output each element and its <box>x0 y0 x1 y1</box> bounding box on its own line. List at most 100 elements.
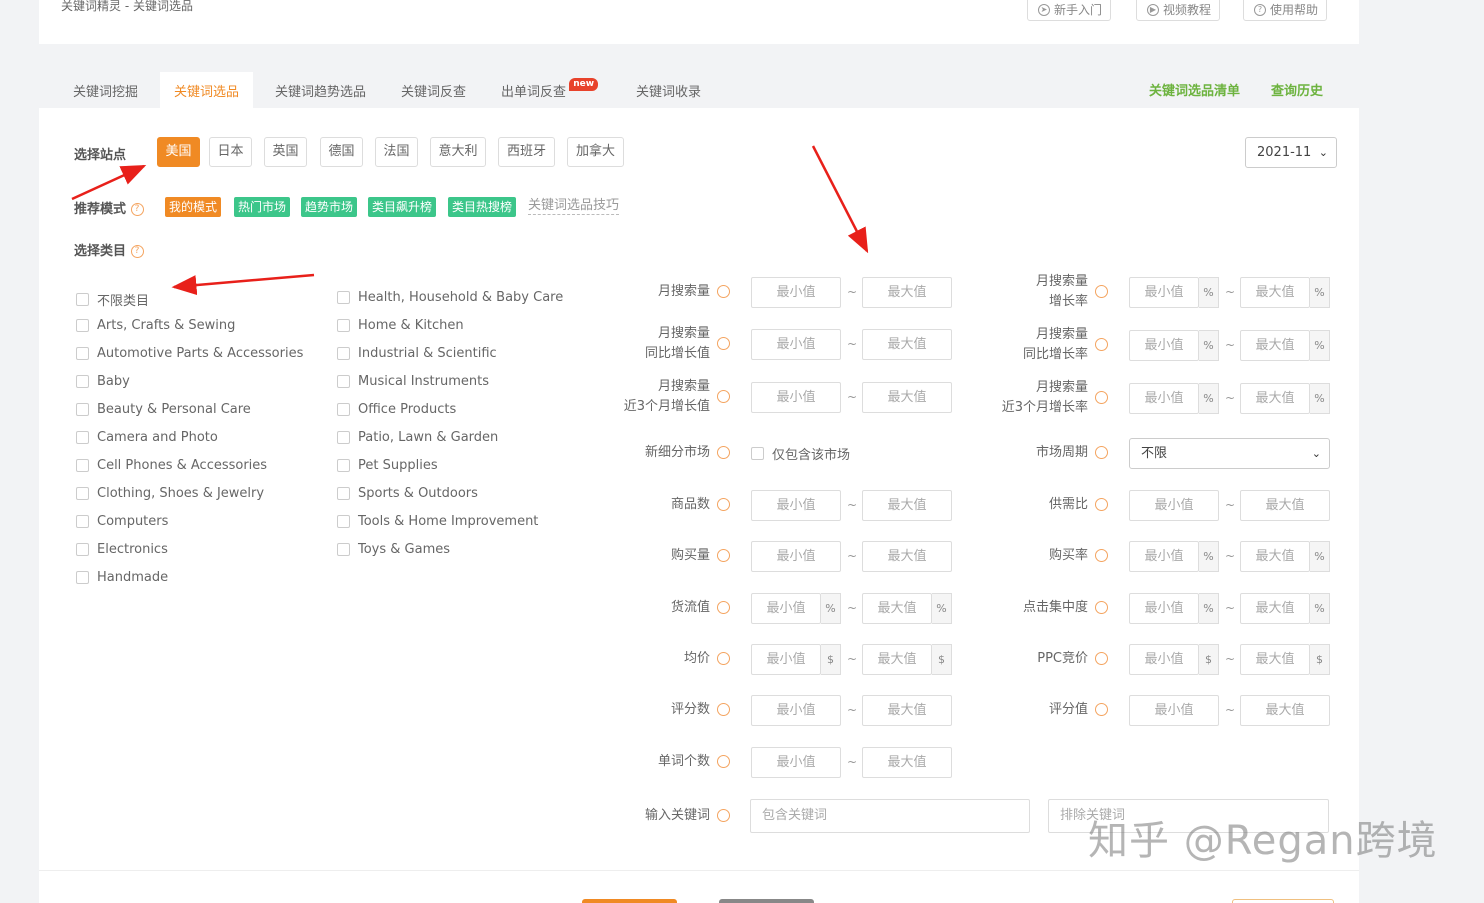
max-value-input[interactable]: 最大值 <box>1240 593 1310 624</box>
min-value-input[interactable]: 最小值 <box>1129 644 1199 675</box>
max-value-input[interactable]: 最大值 <box>1240 277 1310 308</box>
max-value-input[interactable]: 最大值 <box>1240 383 1310 414</box>
min-value-input[interactable]: 最小值 <box>1129 490 1219 521</box>
category-checkbox[interactable] <box>337 515 350 528</box>
category-checkbox[interactable] <box>337 487 350 500</box>
max-value-input[interactable]: 最大值 <box>862 593 932 624</box>
min-value-input[interactable]: 最小值 <box>1129 695 1219 726</box>
category-item[interactable]: Camera and Photo <box>76 430 218 445</box>
market-cycle-select[interactable]: 不限 ⌄ <box>1129 438 1330 469</box>
category-item[interactable]: Pet Supplies <box>337 458 438 473</box>
help-icon[interactable] <box>717 285 730 298</box>
min-value-input[interactable]: 最小值 <box>751 695 841 726</box>
help-icon[interactable] <box>717 601 730 614</box>
help-button[interactable]: ? 使用帮助 <box>1243 0 1328 21</box>
min-value-input[interactable]: 最小值 <box>1129 541 1199 572</box>
category-item[interactable]: 不限类目 <box>76 290 149 309</box>
mode-hot-market[interactable]: 热门市场 <box>234 197 291 217</box>
help-icon[interactable] <box>1095 549 1108 562</box>
category-checkbox[interactable] <box>76 459 89 472</box>
help-icon[interactable] <box>1095 601 1108 614</box>
category-checkbox[interactable] <box>337 319 350 332</box>
max-value-input[interactable]: 最大值 <box>862 644 932 675</box>
max-value-input[interactable]: 最大值 <box>1240 330 1310 361</box>
min-value-input[interactable]: 最小值 <box>1129 277 1199 308</box>
category-checkbox[interactable] <box>76 319 89 332</box>
site-es[interactable]: 西班牙 <box>498 137 555 167</box>
help-icon[interactable] <box>1095 652 1108 665</box>
help-icon[interactable]: ? <box>130 203 144 216</box>
category-item[interactable]: Cell Phones & Accessories <box>76 458 267 473</box>
site-us[interactable]: 美国 <box>157 137 200 167</box>
category-item[interactable]: Beauty & Personal Care <box>76 402 251 417</box>
help-icon[interactable] <box>1095 703 1108 716</box>
max-value-input[interactable]: 最大值 <box>862 329 952 360</box>
mode-my[interactable]: 我的模式 <box>165 197 222 217</box>
selection-list-link[interactable]: 关键词选品清单 <box>1149 80 1240 99</box>
category-item[interactable]: Handmade <box>76 570 168 585</box>
help-icon[interactable] <box>717 549 730 562</box>
min-value-input[interactable]: 最小值 <box>1129 383 1199 414</box>
min-value-input[interactable]: 最小值 <box>751 329 841 360</box>
checkbox[interactable] <box>751 447 764 460</box>
category-checkbox[interactable] <box>337 403 350 416</box>
max-value-input[interactable]: 最大值 <box>862 277 952 308</box>
category-item[interactable]: Tools & Home Improvement <box>337 514 538 529</box>
category-checkbox[interactable] <box>337 543 350 556</box>
min-value-input[interactable]: 最小值 <box>751 382 841 413</box>
category-checkbox[interactable] <box>76 431 89 444</box>
min-value-input[interactable]: 最小值 <box>1129 593 1199 624</box>
help-icon[interactable] <box>717 703 730 716</box>
category-item[interactable]: Office Products <box>337 402 456 417</box>
max-value-input[interactable]: 最大值 <box>862 382 952 413</box>
category-item[interactable]: Toys & Games <box>337 542 450 557</box>
tab-keyword-reverse[interactable]: 关键词反查 <box>387 72 480 108</box>
help-icon[interactable] <box>1095 498 1108 511</box>
mode-trend-market[interactable]: 趋势市场 <box>301 197 358 217</box>
min-value-input[interactable]: 最小值 <box>751 277 841 308</box>
category-item[interactable]: Musical Instruments <box>337 374 489 389</box>
category-checkbox[interactable] <box>76 293 89 306</box>
site-ca[interactable]: 加拿大 <box>567 137 624 167</box>
help-icon[interactable]: ? <box>130 245 144 258</box>
tab-keyword-trend[interactable]: 关键词趋势选品 <box>261 72 380 108</box>
category-item[interactable]: Clothing, Shoes & Jewelry <box>76 486 264 501</box>
save-mode-button[interactable] <box>1232 899 1334 903</box>
help-icon[interactable] <box>1095 338 1108 351</box>
site-de[interactable]: 德国 <box>320 137 363 167</box>
min-value-input[interactable]: 最小值 <box>751 747 841 778</box>
new-market-checkbox[interactable]: 仅包含该市场 <box>751 444 850 463</box>
category-item[interactable]: Sports & Outdoors <box>337 486 478 501</box>
help-icon[interactable] <box>717 809 730 822</box>
category-checkbox[interactable] <box>76 403 89 416</box>
min-value-input[interactable]: 最小值 <box>751 541 841 572</box>
min-value-input[interactable]: 最小值 <box>751 593 821 624</box>
video-tutorial-button[interactable]: ▶ 视频教程 <box>1136 0 1221 21</box>
category-checkbox[interactable] <box>337 291 350 304</box>
include-keyword-input[interactable]: 包含关键词 <box>750 799 1030 833</box>
help-icon[interactable] <box>1095 391 1108 404</box>
category-checkbox[interactable] <box>76 515 89 528</box>
category-item[interactable]: Arts, Crafts & Sewing <box>76 318 235 333</box>
min-value-input[interactable]: 最小值 <box>1129 330 1199 361</box>
max-value-input[interactable]: 最大值 <box>862 541 952 572</box>
help-icon[interactable] <box>1095 285 1108 298</box>
help-icon[interactable] <box>717 652 730 665</box>
min-value-input[interactable]: 最小值 <box>751 644 821 675</box>
site-uk[interactable]: 英国 <box>264 137 307 167</box>
max-value-input[interactable]: 最大值 <box>1240 490 1330 521</box>
max-value-input[interactable]: 最大值 <box>1240 541 1310 572</box>
category-checkbox[interactable] <box>76 375 89 388</box>
max-value-input[interactable]: 最大值 <box>1240 644 1310 675</box>
category-item[interactable]: Patio, Lawn & Garden <box>337 430 498 445</box>
category-item[interactable]: Electronics <box>76 542 168 557</box>
category-item[interactable]: Computers <box>76 514 168 529</box>
site-fr[interactable]: 法国 <box>375 137 418 167</box>
category-checkbox[interactable] <box>337 347 350 360</box>
max-value-input[interactable]: 最大值 <box>862 695 952 726</box>
category-checkbox[interactable] <box>76 487 89 500</box>
max-value-input[interactable]: 最大值 <box>1240 695 1330 726</box>
category-checkbox[interactable] <box>337 431 350 444</box>
site-it[interactable]: 意大利 <box>430 137 486 167</box>
help-icon[interactable] <box>717 390 730 403</box>
